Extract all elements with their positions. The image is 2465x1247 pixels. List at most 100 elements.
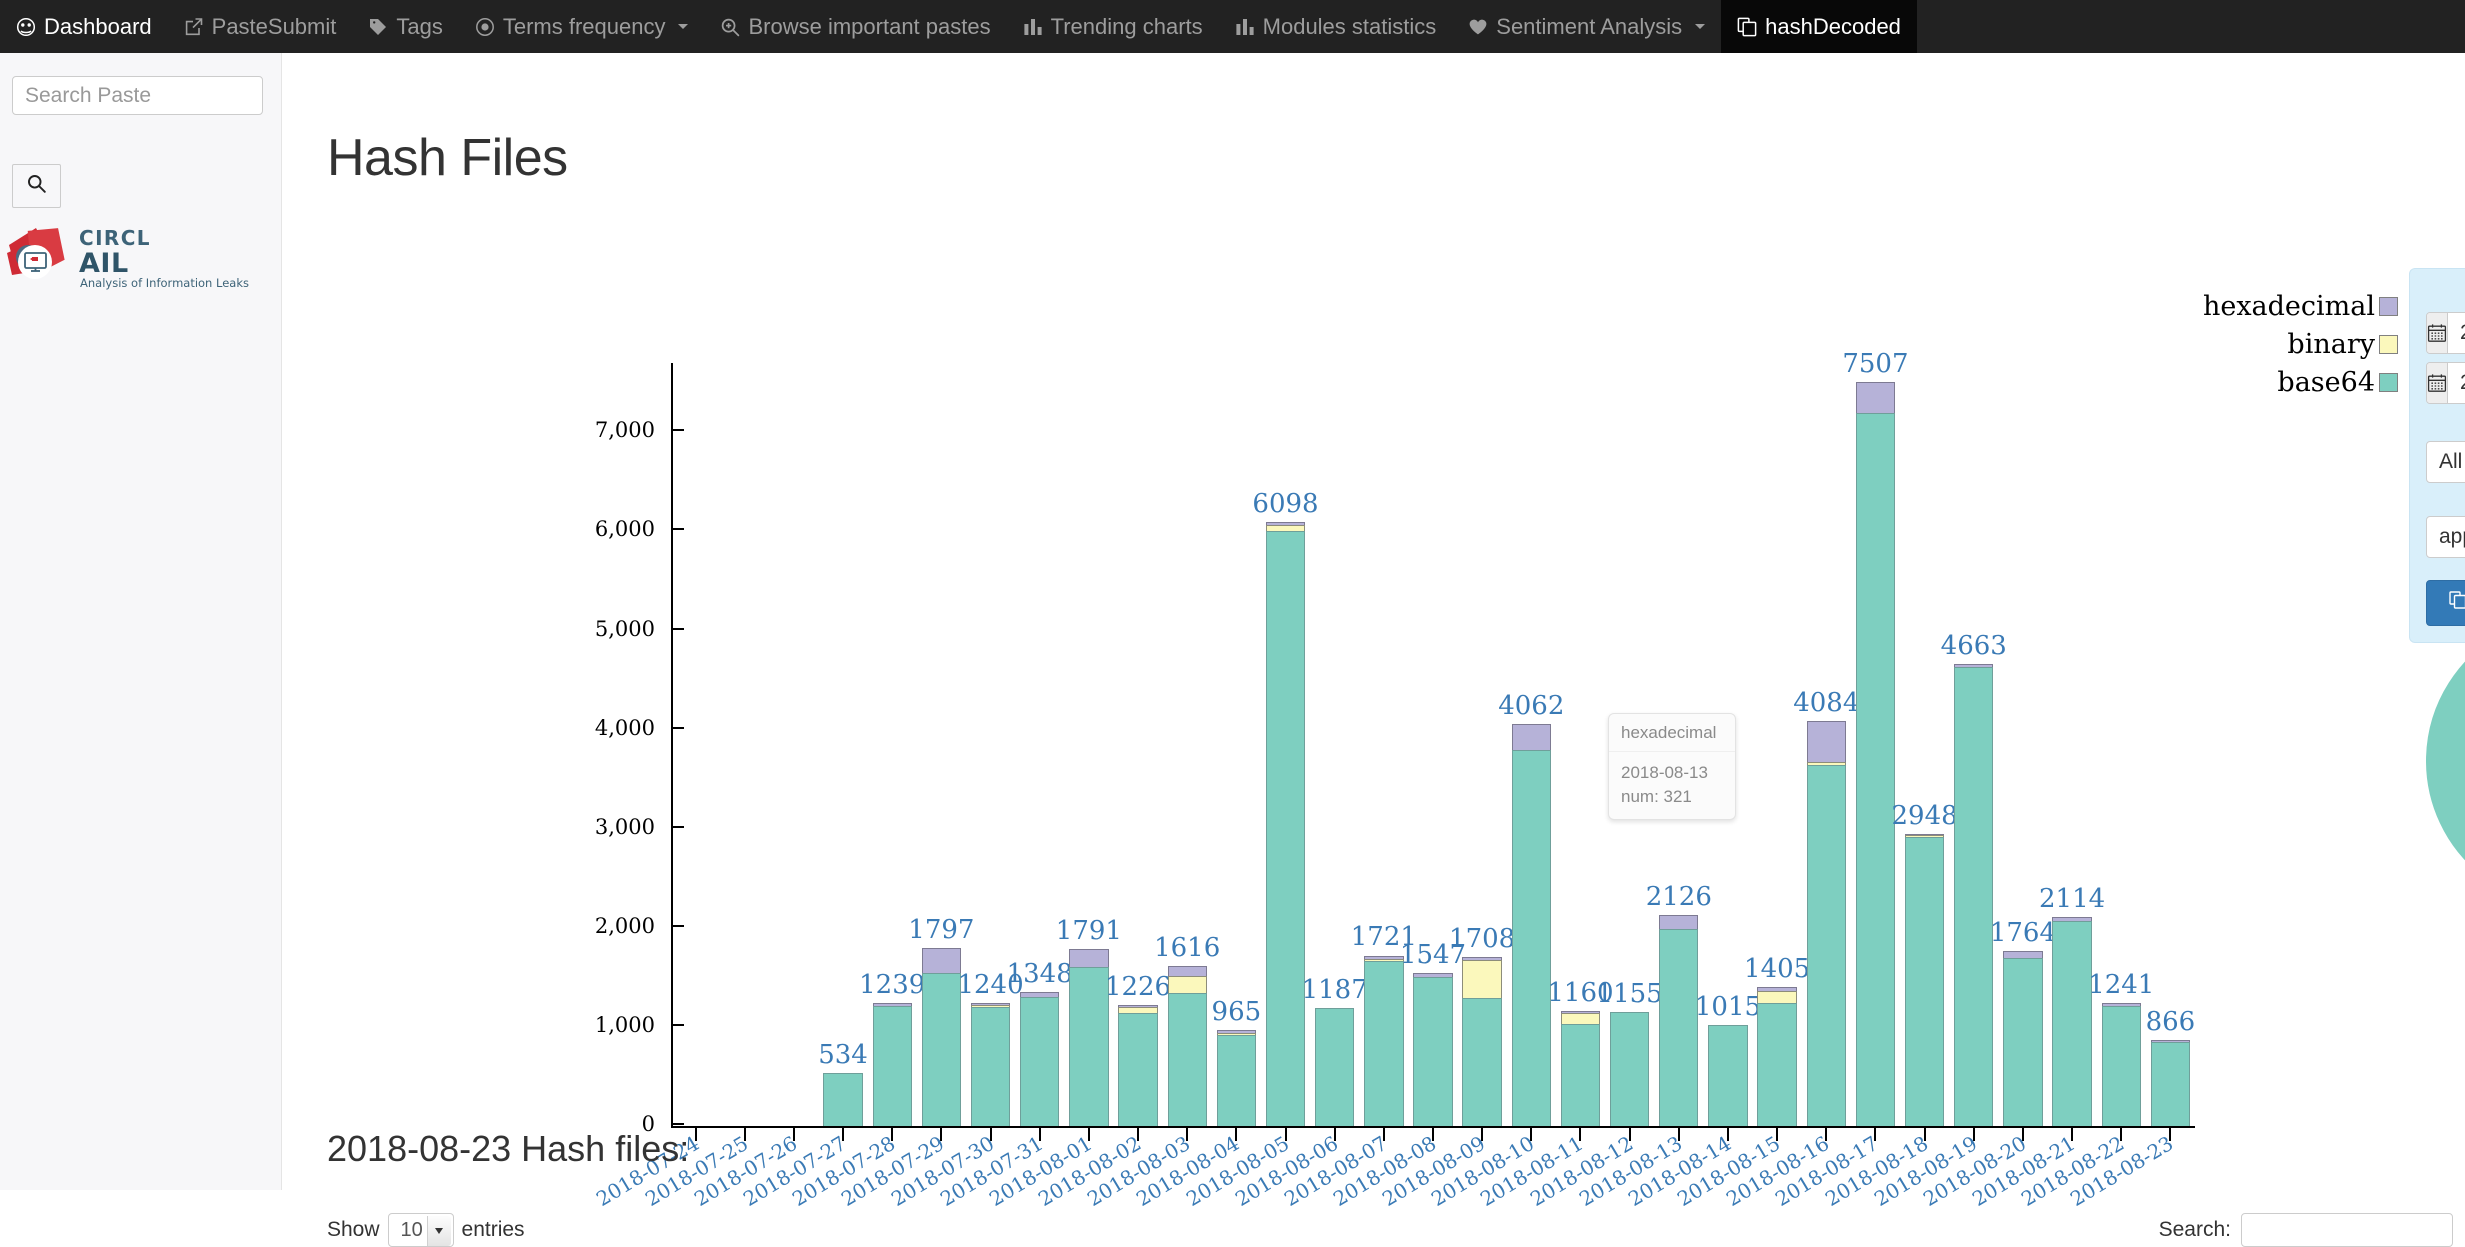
bar-segment-base64[interactable] xyxy=(1561,1024,1600,1126)
bar-value-label: 1241 xyxy=(2088,970,2154,1000)
bar-2018-07-31[interactable]: 1348 xyxy=(1020,992,1059,1126)
search-filter-panel: Select a date range : xyxy=(2409,268,2465,643)
bar-2018-07-28[interactable]: 1239 xyxy=(873,1003,912,1126)
nav-item-browse-important-pastes[interactable]: Browse important pastes xyxy=(704,0,1006,53)
bar-segment-base64[interactable] xyxy=(971,1007,1010,1126)
legend-item-hexadecimal[interactable]: hexadecimal xyxy=(2198,291,2398,321)
bar-segment-hexadecimal[interactable] xyxy=(922,948,961,973)
file-type-select[interactable]: application/octet-stream xyxy=(2426,516,2465,558)
bar-segment-base64[interactable] xyxy=(1954,667,1993,1126)
bar-2018-08-15[interactable]: 1405 xyxy=(1757,987,1796,1126)
bar-2018-08-01[interactable]: 1791 xyxy=(1069,949,1108,1126)
calendar-icon[interactable] xyxy=(2427,313,2448,353)
bar-segment-base64[interactable] xyxy=(2102,1006,2141,1126)
bar-2018-08-13[interactable]: 2126 xyxy=(1659,915,1698,1126)
search-paste-input[interactable] xyxy=(12,76,263,115)
bar-2018-08-02[interactable]: 1226 xyxy=(1118,1005,1157,1126)
legend-item-base64[interactable]: base64 xyxy=(2198,367,2398,397)
bar-segment-base64[interactable] xyxy=(1069,967,1108,1126)
bar-segment-base64[interactable] xyxy=(2003,958,2042,1126)
bar-2018-08-11[interactable]: 1160 xyxy=(1561,1011,1600,1126)
bar-segment-base64[interactable] xyxy=(1807,765,1846,1126)
calendar-icon[interactable] xyxy=(2427,363,2448,403)
bar-value-label: 4663 xyxy=(1941,631,2007,661)
bar-segment-hexadecimal[interactable] xyxy=(1856,382,1895,412)
bar-2018-08-18[interactable]: 2948 xyxy=(1905,834,1944,1126)
bar-2018-07-30[interactable]: 1240 xyxy=(971,1003,1010,1126)
bar-segment-base64[interactable] xyxy=(823,1073,862,1126)
bar-segment-base64[interactable] xyxy=(873,1006,912,1126)
bar-segment-binary[interactable] xyxy=(1168,976,1207,993)
bar-2018-08-20[interactable]: 1764 xyxy=(2003,951,2042,1126)
bar-2018-08-09[interactable]: 1708 xyxy=(1462,957,1501,1126)
bar-2018-07-29[interactable]: 1797 xyxy=(922,948,961,1126)
entries-per-page-select[interactable]: 10 xyxy=(388,1213,454,1247)
bar-2018-08-21[interactable]: 2114 xyxy=(2052,917,2091,1126)
bar-segment-base64[interactable] xyxy=(1315,1008,1354,1126)
nav-item-terms-frequency[interactable]: Terms frequency xyxy=(459,0,705,53)
bar-2018-08-08[interactable]: 1547 xyxy=(1413,973,1452,1126)
nav-item-hashdecoded[interactable]: hashDecoded xyxy=(1721,0,1917,53)
bar-segment-base64[interactable] xyxy=(1462,998,1501,1126)
bar-2018-07-27[interactable]: 534 xyxy=(823,1073,862,1126)
date-from-input[interactable] xyxy=(2448,313,2465,353)
bar-segment-binary[interactable] xyxy=(1462,960,1501,998)
bar-2018-08-22[interactable]: 1241 xyxy=(2102,1003,2141,1126)
bar-2018-08-06[interactable]: 1187 xyxy=(1315,1008,1354,1126)
bar-segment-binary[interactable] xyxy=(1757,991,1796,1003)
bar-2018-08-23[interactable]: 866 xyxy=(2151,1040,2190,1126)
bar-segment-base64[interactable] xyxy=(1266,531,1305,1126)
bar-segment-base64[interactable] xyxy=(2052,921,2091,1126)
file-type-label: File Type : xyxy=(2426,487,2465,511)
bar-segment-binary[interactable] xyxy=(1266,525,1305,532)
bar-segment-base64[interactable] xyxy=(1168,993,1207,1126)
bar-value-label: 965 xyxy=(1212,997,1262,1027)
nav-item-sentiment-analysis[interactable]: Sentiment Analysis xyxy=(1452,0,1721,53)
bar-2018-08-03[interactable]: 1616 xyxy=(1168,966,1207,1126)
bar-2018-08-19[interactable]: 4663 xyxy=(1954,664,1993,1126)
nav-item-modules-statistics[interactable]: Modules statistics xyxy=(1219,0,1453,53)
bar-2018-08-04[interactable]: 965 xyxy=(1217,1030,1256,1126)
datatable-search-input[interactable] xyxy=(2241,1213,2453,1247)
nav-item-pastesubmit[interactable]: PasteSubmit xyxy=(168,0,353,53)
circl-ail-logo[interactable]: CIRCL AIL Analysis of Information Leaks xyxy=(4,223,254,295)
bar-segment-base64[interactable] xyxy=(2151,1042,2190,1126)
bar-2018-08-17[interactable]: 7507 xyxy=(1856,382,1895,1126)
bar-segment-base64[interactable] xyxy=(1856,413,1895,1126)
bar-2018-08-12[interactable]: 1155 xyxy=(1610,1012,1649,1126)
search-paste-button[interactable] xyxy=(12,164,61,208)
bar-segment-base64[interactable] xyxy=(922,973,961,1126)
tag-icon xyxy=(368,17,388,37)
encoding-label: Encoding : xyxy=(2426,412,2465,436)
date-to-input[interactable] xyxy=(2448,363,2465,403)
nav-item-tags[interactable]: Tags xyxy=(352,0,458,53)
bar-segment-base64[interactable] xyxy=(1757,1003,1796,1126)
pie-slice-base64[interactable] xyxy=(2425,614,2465,908)
bar-segment-hexadecimal[interactable] xyxy=(1659,915,1698,929)
bar-segment-base64[interactable] xyxy=(1708,1025,1747,1126)
bar-segment-hexadecimal[interactable] xyxy=(1168,966,1207,977)
bar-segment-base64[interactable] xyxy=(1413,977,1452,1126)
encoding-select[interactable]: All encoding xyxy=(2426,441,2465,483)
bar-segment-base64[interactable] xyxy=(1217,1035,1256,1126)
bar-2018-08-16[interactable]: 4084 xyxy=(1807,721,1846,1126)
bar-segment-base64[interactable] xyxy=(1905,837,1944,1126)
bar-segment-base64[interactable] xyxy=(1610,1012,1649,1126)
bar-segment-base64[interactable] xyxy=(1118,1013,1157,1126)
bar-segment-hexadecimal[interactable] xyxy=(1512,724,1551,751)
nav-item-dashboard[interactable]: Dashboard xyxy=(0,0,168,53)
bar-2018-08-10[interactable]: 4062 xyxy=(1512,724,1551,1127)
bar-segment-base64[interactable] xyxy=(1659,929,1698,1126)
legend-item-binary[interactable]: binary xyxy=(2198,329,2398,359)
nav-item-trending-charts[interactable]: Trending charts xyxy=(1007,0,1219,53)
bar-segment-hexadecimal[interactable] xyxy=(1807,721,1846,762)
bar-segment-base64[interactable] xyxy=(1512,750,1551,1126)
bar-chart-icon xyxy=(1235,17,1255,37)
bar-segment-binary[interactable] xyxy=(1561,1013,1600,1024)
bar-2018-08-05[interactable]: 6098 xyxy=(1266,522,1305,1126)
bar-segment-hexadecimal[interactable] xyxy=(1069,949,1108,968)
bar-2018-08-14[interactable]: 1015 xyxy=(1708,1025,1747,1126)
bar-2018-08-07[interactable]: 1721 xyxy=(1364,955,1403,1126)
bar-segment-base64[interactable] xyxy=(1364,961,1403,1126)
bar-segment-base64[interactable] xyxy=(1020,997,1059,1126)
